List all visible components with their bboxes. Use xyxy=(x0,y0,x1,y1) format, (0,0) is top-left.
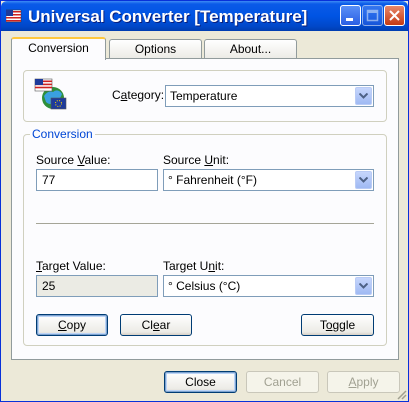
close-button[interactable]: Close xyxy=(164,371,237,393)
toggle-button[interactable]: Toggle xyxy=(301,314,374,336)
resize-grip-icon[interactable] xyxy=(395,388,407,400)
target-value-label: Target Value: xyxy=(36,259,106,273)
chevron-down-icon xyxy=(359,177,368,183)
target-value-field: 25 xyxy=(36,275,158,297)
minimize-icon xyxy=(346,18,353,21)
category-dropdown-button[interactable] xyxy=(355,87,372,105)
maximize-icon xyxy=(366,9,379,22)
source-unit-value: ° Fahrenheit (°F) xyxy=(168,173,257,187)
conversion-legend: Conversion xyxy=(30,127,95,141)
category-group: Category: Temperature xyxy=(23,70,387,122)
source-value-input[interactable]: 77 xyxy=(36,169,158,191)
clear-button[interactable]: Clear xyxy=(120,314,192,336)
minimize-button[interactable] xyxy=(340,5,361,26)
category-select[interactable]: Temperature xyxy=(165,85,374,107)
apply-button[interactable]: Apply xyxy=(327,371,400,393)
divider xyxy=(36,223,374,224)
globe-flags-icon xyxy=(34,78,67,110)
close-window-button[interactable] xyxy=(384,5,405,26)
target-unit-label: Target Unit: xyxy=(163,259,225,273)
tab-conversion[interactable]: Conversion xyxy=(11,37,106,60)
cancel-button[interactable]: Cancel xyxy=(246,371,319,393)
window-title: Universal Converter [Temperature] xyxy=(28,7,308,26)
category-label: Category: xyxy=(112,88,165,102)
chevron-down-icon xyxy=(359,283,368,289)
conversion-group: Conversion Source Value: 77 Source Unit:… xyxy=(23,127,387,346)
close-icon xyxy=(389,10,400,21)
tab-strip: Conversion Options About... xyxy=(11,37,401,60)
target-unit-value: ° Celsius (°C) xyxy=(168,279,241,293)
category-value: Temperature xyxy=(170,89,238,103)
chevron-down-icon xyxy=(359,93,368,99)
title-bar[interactable]: Universal Converter [Temperature] xyxy=(1,1,408,31)
source-unit-label: Source Unit: xyxy=(163,153,230,167)
source-unit-dropdown-button[interactable] xyxy=(355,171,372,189)
maximize-button[interactable] xyxy=(362,5,383,26)
tab-options[interactable]: Options xyxy=(109,39,202,58)
target-unit-dropdown-button[interactable] xyxy=(355,277,372,295)
conversion-panel: Category: Temperature Conversion Source … xyxy=(11,58,399,360)
source-value-label: Source Value: xyxy=(36,153,111,167)
target-unit-select[interactable]: ° Celsius (°C) xyxy=(163,275,374,297)
tab-about[interactable]: About... xyxy=(204,39,297,58)
app-flag-icon xyxy=(6,9,22,23)
source-unit-select[interactable]: ° Fahrenheit (°F) xyxy=(163,169,374,191)
copy-button[interactable]: Copy xyxy=(36,314,108,336)
converter-window: Universal Converter [Temperature] Conver… xyxy=(0,0,409,402)
